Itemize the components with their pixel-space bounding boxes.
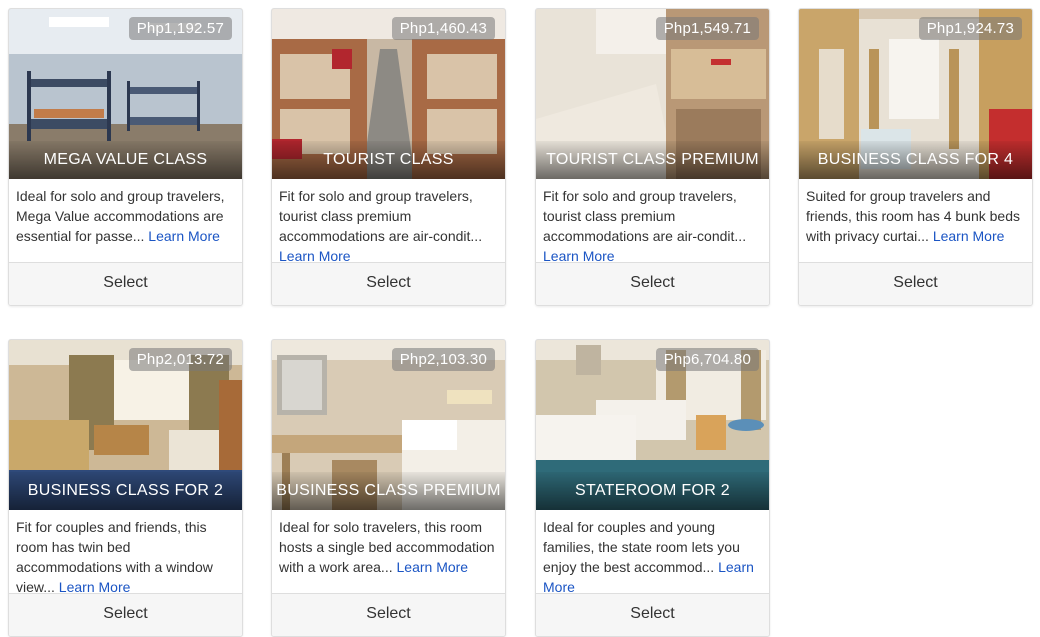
select-button[interactable]: Select — [9, 593, 242, 636]
description-text: Ideal for couples and young families, th… — [543, 519, 740, 575]
room-photo[interactable]: Php2,103.30 BUSINESS CLASS PREMIUM — [272, 340, 505, 510]
room-description: Suited for group travelers and friends, … — [799, 179, 1032, 262]
room-card-tourist: Php1,460.43 TOURIST CLASS Fit for solo a… — [271, 8, 506, 306]
room-card-mega-value: Php1,192.57 MEGA VALUE CLASS Ideal for s… — [8, 8, 243, 306]
room-title: TOURIST CLASS — [272, 141, 505, 179]
learn-more-link[interactable]: Learn More — [148, 228, 220, 244]
room-card-business-premium: Php2,103.30 BUSINESS CLASS PREMIUM Ideal… — [271, 339, 506, 637]
room-photo[interactable]: Php1,460.43 TOURIST CLASS — [272, 9, 505, 179]
room-card-business-2: Php2,013.72 BUSINESS CLASS FOR 2 Fit for… — [8, 339, 243, 637]
select-button[interactable]: Select — [9, 262, 242, 305]
room-title: MEGA VALUE CLASS — [9, 141, 242, 179]
room-photo[interactable]: Php1,924.73 BUSINESS CLASS FOR 4 — [799, 9, 1032, 179]
room-photo[interactable]: Php2,013.72 BUSINESS CLASS FOR 2 — [9, 340, 242, 510]
room-description: Ideal for couples and young families, th… — [536, 510, 769, 593]
room-title: TOURIST CLASS PREMIUM — [536, 141, 769, 179]
room-title: BUSINESS CLASS FOR 2 — [9, 472, 242, 510]
room-card-business-4: Php1,924.73 BUSINESS CLASS FOR 4 Suited … — [798, 8, 1033, 306]
price-badge: Php1,192.57 — [128, 17, 232, 40]
room-description: Ideal for solo and group travelers, Mega… — [9, 179, 242, 262]
room-photo[interactable]: Php6,704.80 STATEROOM FOR 2 — [536, 340, 769, 510]
room-card-stateroom: Php6,704.80 STATEROOM FOR 2 Ideal for co… — [535, 339, 770, 637]
room-card-tourist-premium: Php1,549.71 TOURIST CLASS PREMIUM Fit fo… — [535, 8, 770, 306]
price-badge: Php1,549.71 — [655, 17, 759, 40]
learn-more-link[interactable]: Learn More — [933, 228, 1005, 244]
room-title: STATEROOM FOR 2 — [536, 472, 769, 510]
select-button[interactable]: Select — [272, 262, 505, 305]
price-badge: Php1,924.73 — [918, 17, 1022, 40]
room-title: BUSINESS CLASS PREMIUM — [272, 472, 505, 510]
learn-more-link[interactable]: Learn More — [279, 248, 351, 262]
learn-more-link[interactable]: Learn More — [543, 248, 615, 262]
room-title: BUSINESS CLASS FOR 4 — [799, 141, 1032, 179]
room-description: Fit for couples and friends, this room h… — [9, 510, 242, 593]
room-description: Ideal for solo travelers, this room host… — [272, 510, 505, 593]
room-description: Fit for solo and group travelers, touris… — [536, 179, 769, 262]
learn-more-link[interactable]: Learn More — [397, 559, 469, 575]
price-badge: Php6,704.80 — [655, 348, 759, 371]
room-description: Fit for solo and group travelers, touris… — [272, 179, 505, 262]
select-button[interactable]: Select — [799, 262, 1032, 305]
description-text: Fit for solo and group travelers, touris… — [279, 188, 483, 244]
price-badge: Php1,460.43 — [391, 17, 495, 40]
select-button[interactable]: Select — [536, 593, 769, 636]
learn-more-link[interactable]: Learn More — [59, 579, 131, 593]
price-badge: Php2,103.30 — [391, 348, 495, 371]
select-button[interactable]: Select — [272, 593, 505, 636]
description-text: Fit for solo and group travelers, touris… — [543, 188, 747, 244]
select-button[interactable]: Select — [536, 262, 769, 305]
room-photo[interactable]: Php1,549.71 TOURIST CLASS PREMIUM — [536, 9, 769, 179]
price-badge: Php2,013.72 — [128, 348, 232, 371]
room-photo[interactable]: Php1,192.57 MEGA VALUE CLASS — [9, 9, 242, 179]
